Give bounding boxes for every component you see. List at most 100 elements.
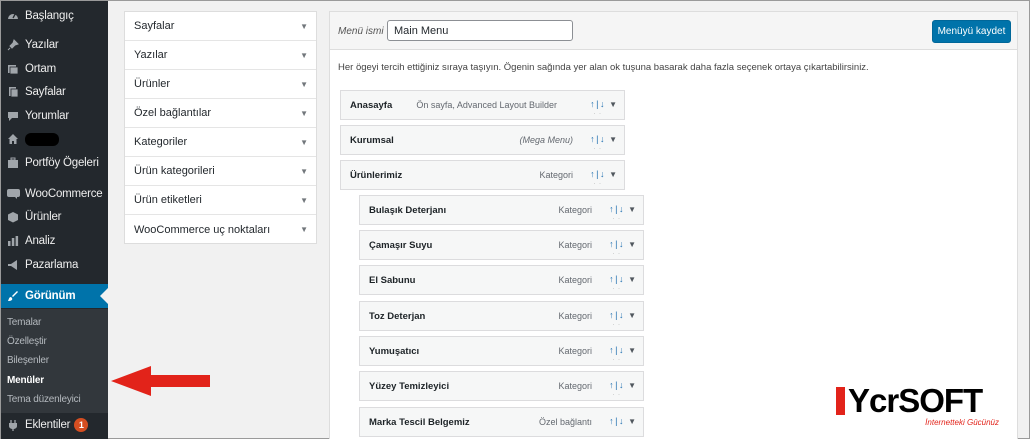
accordion-section-products[interactable]: Ürünler ▼ xyxy=(125,70,316,99)
move-separator: | xyxy=(615,204,617,214)
move-down-link[interactable]: ↓ xyxy=(619,310,624,320)
sidebar-item-woocommerce[interactable]: WooCommerce xyxy=(1,182,108,206)
appearance-submenu: Temalar Özelleştir Bileşenler Menüler Te… xyxy=(1,309,108,413)
plugins-icon xyxy=(6,418,20,432)
move-down-link[interactable]: ↓ xyxy=(600,169,605,179)
move-controls: ↑ | ↓ xyxy=(609,310,623,320)
move-up-link[interactable]: ↑ xyxy=(609,204,614,214)
move-separator: | xyxy=(596,134,598,144)
sidebar-item-posts[interactable]: Yazılar xyxy=(1,33,108,57)
move-down-link[interactable]: ↓ xyxy=(619,380,624,390)
move-down-link[interactable]: ↓ xyxy=(619,345,624,355)
move-down-link[interactable]: ↓ xyxy=(619,274,624,284)
submenu-item-customize[interactable]: Özelleştir xyxy=(7,336,47,347)
expand-arrow-icon[interactable]: ▼ xyxy=(609,170,617,179)
sidebar-item-label: Yorumlar xyxy=(25,110,69,122)
accordion-section-title: Yazılar xyxy=(134,49,168,61)
sidebar-item-marketing[interactable]: Pazarlama xyxy=(1,253,108,277)
move-down-link[interactable]: ↓ xyxy=(600,134,605,144)
submenu-item-widgets[interactable]: Bileşenler xyxy=(7,355,49,366)
menu-item-camasir-suyu[interactable]: Çamaşır Suyu Kategori ↑ | ↓ ▼ · · xyxy=(359,230,644,260)
sidebar-item-comments[interactable]: Yorumlar xyxy=(1,104,108,128)
accordion-section-woocommerce-endpoints[interactable]: WooCommerce uç noktaları ▼ xyxy=(125,215,316,244)
menu-item-el-sabunu[interactable]: El Sabunu Kategori ↑ | ↓ ▼ · · xyxy=(359,265,644,295)
move-up-link[interactable]: ↑ xyxy=(609,239,614,249)
menu-item-toz-deterjan[interactable]: Toz Deterjan Kategori ↑ | ↓ ▼ · · xyxy=(359,301,644,331)
menu-item-title: Yüzey Temizleyici xyxy=(369,381,450,392)
submenu-item-menus[interactable]: Menüler xyxy=(7,375,44,386)
drag-handle-icon: · · xyxy=(612,322,621,328)
menu-item-anasayfa[interactable]: Anasayfa Ön sayfa, Advanced Layout Build… xyxy=(340,90,625,120)
woocommerce-icon xyxy=(6,187,20,201)
sidebar-item-analytics[interactable]: Analiz xyxy=(1,229,108,253)
move-down-link[interactable]: ↓ xyxy=(619,416,624,426)
expand-arrow-icon[interactable]: ▼ xyxy=(628,346,636,355)
drag-handle-icon: · · xyxy=(612,216,621,222)
accordion-section-custom-links[interactable]: Özel bağlantılar ▼ xyxy=(125,99,316,128)
menu-item-type: (Mega Menu) xyxy=(519,135,573,145)
move-controls: ↑ | ↓ xyxy=(609,239,623,249)
appearance-icon xyxy=(6,289,20,303)
menu-item-kurumsal[interactable]: Kurumsal (Mega Menu) ↑ | ↓ ▼ · · xyxy=(340,125,625,155)
menu-item-title: Kurumsal xyxy=(350,135,394,146)
accordion-section-pages[interactable]: Sayfalar ▼ xyxy=(125,12,316,41)
sidebar-item-appearance[interactable]: Görünüm xyxy=(1,284,108,308)
move-up-link[interactable]: ↑ xyxy=(590,99,595,109)
expand-arrow-icon[interactable]: ▼ xyxy=(609,100,617,109)
move-separator: | xyxy=(615,239,617,249)
accordion-section-categories[interactable]: Kategoriler ▼ xyxy=(125,128,316,157)
logo-red-bar xyxy=(836,387,845,415)
caret-down-icon: ▼ xyxy=(300,195,308,205)
save-menu-button[interactable]: Menüyü kaydet xyxy=(932,20,1011,43)
menu-item-title: Bulaşık Deterjanı xyxy=(369,205,447,216)
sidebar-item-pages[interactable]: Sayfalar xyxy=(1,80,108,104)
accordion-section-posts[interactable]: Yazılar ▼ xyxy=(125,41,316,70)
move-up-link[interactable]: ↑ xyxy=(609,380,614,390)
expand-arrow-icon[interactable]: ▼ xyxy=(628,417,636,426)
sidebar-item-plugins[interactable]: Eklentiler 1 xyxy=(1,413,108,437)
sidebar-item-media[interactable]: Ortam xyxy=(1,57,108,81)
menu-item-yumusatici[interactable]: Yumuşatıcı Kategori ↑ | ↓ ▼ · · xyxy=(359,336,644,366)
menu-item-urunlerimiz[interactable]: Ürünlerimiz Kategori ↑ | ↓ ▼ · · xyxy=(340,160,625,190)
sidebar-item-portfolio[interactable]: Portföy Ögeleri xyxy=(1,151,108,175)
menu-item-bulasik-deterjani[interactable]: Bulaşık Deterjanı Kategori ↑ | ↓ ▼ · · xyxy=(359,195,644,225)
expand-arrow-icon[interactable]: ▼ xyxy=(628,381,636,390)
menu-name-input[interactable] xyxy=(387,20,573,41)
analytics-icon xyxy=(6,234,20,248)
pin-icon xyxy=(6,38,20,52)
move-controls: ↑ | ↓ xyxy=(590,134,604,144)
expand-arrow-icon[interactable]: ▼ xyxy=(609,135,617,144)
move-down-link[interactable]: ↓ xyxy=(619,239,624,249)
menu-item-marka-tescil-belgemiz[interactable]: Marka Tescil Belgemiz Özel bağlantı ↑ | … xyxy=(359,407,644,437)
move-up-link[interactable]: ↑ xyxy=(609,310,614,320)
expand-arrow-icon[interactable]: ▼ xyxy=(628,240,636,249)
menu-name-label: Menü ismi xyxy=(338,26,384,37)
menu-item-yuzey-temizleyici[interactable]: Yüzey Temizleyici Kategori ↑ | ↓ ▼ · · xyxy=(359,371,644,401)
move-down-link[interactable]: ↓ xyxy=(600,99,605,109)
expand-arrow-icon[interactable]: ▼ xyxy=(628,311,636,320)
move-up-link[interactable]: ↑ xyxy=(590,169,595,179)
sidebar-item-dashboard[interactable]: Başlangıç xyxy=(1,4,108,28)
sidebar-item-label: Ürünler xyxy=(25,211,62,223)
move-down-link[interactable]: ↓ xyxy=(619,204,624,214)
portfolio-icon xyxy=(6,156,20,170)
submenu-item-theme-editor[interactable]: Tema düzenleyici xyxy=(7,394,81,405)
move-up-link[interactable]: ↑ xyxy=(609,416,614,426)
drag-handle-icon: · · xyxy=(593,181,602,187)
sidebar-item-redacted[interactable] xyxy=(1,127,108,151)
pages-icon xyxy=(6,85,20,99)
accordion-section-product-categories[interactable]: Ürün kategorileri ▼ xyxy=(125,157,316,186)
accordion-section-product-tags[interactable]: Ürün etiketleri ▼ xyxy=(125,186,316,215)
expand-arrow-icon[interactable]: ▼ xyxy=(628,205,636,214)
move-up-link[interactable]: ↑ xyxy=(590,134,595,144)
submenu-item-themes[interactable]: Temalar xyxy=(7,317,41,328)
menu-item-title: Anasayfa xyxy=(350,100,393,111)
accordion-section-title: Ürün etiketleri xyxy=(134,194,202,206)
drag-handle-icon: · · xyxy=(593,146,602,152)
logo-tagline: İnternetteki Gücünüz xyxy=(925,418,999,427)
move-up-link[interactable]: ↑ xyxy=(609,274,614,284)
sidebar-item-products[interactable]: Ürünler xyxy=(1,205,108,229)
menu-item-type: Kategori xyxy=(539,170,573,180)
move-up-link[interactable]: ↑ xyxy=(609,345,614,355)
expand-arrow-icon[interactable]: ▼ xyxy=(628,275,636,284)
